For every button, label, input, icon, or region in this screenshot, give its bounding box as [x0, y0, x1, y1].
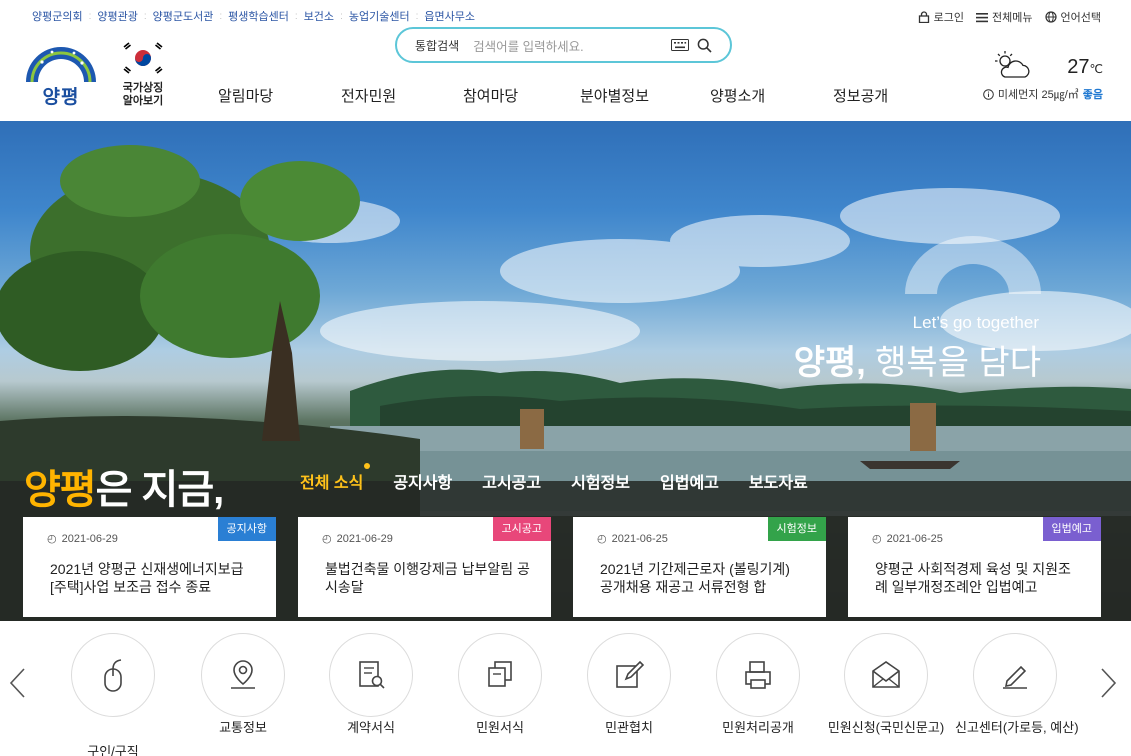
family-site-links: 양평군의회: 양평관광: 양평군도서관: 평생학습센터: 보건소: 농업기술센터… — [32, 8, 475, 24]
nav-participation[interactable]: 참여마당 — [463, 85, 518, 106]
news-tabs: 전체 소식 공지사항 고시공고 시험정보 입법예고 보도자료 — [300, 463, 808, 493]
tab-legislative-notice[interactable]: 입법예고 — [660, 469, 719, 493]
all-menu-link[interactable]: 전체메뉴 — [976, 9, 1033, 25]
quick-label: 교통정보 — [219, 720, 267, 735]
rainbow-emblem-icon — [26, 43, 96, 83]
main-navigation: 알림마당 전자민원 참여마당 분야별정보 양평소개 정보공개 — [0, 85, 1131, 107]
login-link[interactable]: 로그인 — [918, 9, 964, 25]
news-card[interactable]: ◴ 2021-06-25 입법예고 양평군 사회적경제 육성 및 지원조례 일부개… — [848, 517, 1101, 617]
active-dot — [364, 463, 371, 469]
fine-dust-info: 미세먼지 25㎍/㎥ 좋음 — [983, 86, 1103, 102]
tab-announcements[interactable]: 고시공고 — [482, 469, 541, 493]
hero-banner: Let’s go together 양평, 행복을 담다 양평은 지금, 전체 … — [0, 121, 1131, 621]
news-card[interactable]: ◴ 2021-06-25 시험정보 2021년 기간제근로자 (볼링기계) 공개채… — [573, 517, 826, 617]
news-title: 2021년 양평군 신재생에너지보급[주택]사업 보조금 접수 종료 — [50, 561, 244, 595]
quick-label: 계약서식 — [347, 720, 395, 735]
weather-widget: 27℃ — [991, 50, 1103, 80]
dust-label: 미세먼지 25㎍/㎥ — [997, 89, 1079, 101]
taegukgi-flag-icon — [118, 40, 168, 76]
hamburger-icon — [976, 12, 989, 22]
top-link-library[interactable]: 양평군도서관 — [153, 8, 214, 24]
hero-slogan: 양평, 행복을 담다 — [793, 344, 1041, 382]
quick-item-contract-forms[interactable]: 계약서식 — [311, 633, 431, 737]
partly-cloudy-icon — [995, 51, 1030, 78]
news-title: 양평군 사회적경제 육성 및 지원조례 일부개정조례안 입법예고 — [875, 561, 1071, 595]
pencil-icon — [1003, 665, 1027, 689]
edit-icon — [616, 660, 645, 688]
category-badge: 시험정보 — [767, 517, 826, 541]
nav-field-info[interactable]: 분야별정보 — [580, 85, 649, 106]
news-date: ◴ 2021-06-29 — [47, 532, 118, 546]
hero-slogan-english: Let’s go together — [912, 313, 1039, 332]
clock-icon: ◴ — [597, 533, 607, 545]
category-badge: 고시공고 — [492, 517, 551, 541]
news-section-title: 양평은 지금, — [24, 468, 224, 512]
login-label: 로그인 — [933, 12, 965, 24]
news-date: ◴ 2021-06-29 — [322, 532, 393, 546]
clock-icon: ◴ — [872, 533, 882, 545]
tab-all-news[interactable]: 전체 소식 — [300, 463, 371, 493]
all-menu-label: 전체메뉴 — [992, 12, 1033, 24]
news-date: ◴ 2021-06-25 — [872, 532, 943, 546]
news-title: 2021년 기간제근로자 (볼링기계) 공개채용 재공고 서류전형 합 — [600, 561, 790, 595]
quick-label: 민관협치 — [605, 720, 653, 735]
quick-item-civil-petition[interactable]: 민원신청(국민신문고) — [826, 633, 946, 737]
quick-item-civil-disclosure[interactable]: 민원처리공개 — [698, 633, 818, 737]
info-icon — [983, 88, 994, 100]
top-link-lifelong-learning[interactable]: 평생학습센터 — [228, 8, 289, 24]
map-pin-icon — [231, 660, 255, 689]
search-scope[interactable]: 통합검색 — [415, 37, 459, 54]
mouse-icon — [104, 659, 122, 692]
category-badge: 공지사항 — [217, 517, 276, 541]
dust-grade: 좋음 — [1082, 89, 1103, 101]
nav-info-disclosure[interactable]: 정보공개 — [833, 85, 888, 106]
top-link-district-offices[interactable]: 읍면사무소 — [424, 8, 475, 24]
clock-icon: ◴ — [322, 533, 332, 545]
top-link-council[interactable]: 양평군의회 — [32, 8, 83, 24]
quick-label: 민원처리공개 — [722, 720, 794, 735]
quick-item-report-center[interactable]: 신고센터(가로등, 예산) — [955, 633, 1079, 737]
quick-item-civil-forms[interactable]: 민원서식 — [440, 633, 560, 737]
quick-label: 민원서식 — [476, 720, 524, 735]
language-label: 언어선택 — [1060, 12, 1101, 24]
language-select[interactable]: 언어선택 — [1044, 9, 1101, 25]
util-menu: 로그인 전체메뉴 언어선택 — [918, 9, 1101, 25]
next-arrow-icon[interactable] — [1096, 663, 1120, 703]
quick-item-jobs[interactable]: 구인/구직 — [53, 633, 173, 756]
lock-icon — [918, 11, 929, 23]
prev-arrow-icon[interactable] — [6, 663, 30, 703]
top-link-agri-center[interactable]: 농업기술센터 — [349, 8, 410, 24]
search-icon[interactable] — [697, 38, 712, 53]
quick-label: 민원신청(국민신문고) — [827, 720, 945, 735]
top-link-health-center[interactable]: 보건소 — [304, 8, 334, 24]
globe-icon — [1044, 11, 1057, 23]
clock-icon: ◴ — [47, 533, 57, 545]
top-link-tourism[interactable]: 양평관광 — [97, 8, 137, 24]
quick-menu: 구인/구직 교통정보 계약서식 민원서식 민관협치 민원처리공개 민원신청(국민… — [0, 621, 1131, 756]
category-badge: 입법예고 — [1042, 517, 1101, 541]
nav-notice-board[interactable]: 알림마당 — [218, 85, 273, 106]
quick-label: 구인/구직 — [87, 741, 138, 756]
search-input[interactable]: 검색어를 입력하세요. — [473, 36, 663, 55]
tab-press-releases[interactable]: 보도자료 — [749, 469, 808, 493]
documents-stack-icon — [488, 661, 512, 687]
document-search-icon — [359, 661, 385, 689]
envelope-icon — [872, 661, 900, 688]
news-title: 불법건축물 이행강제금 납부알림 공시송달 — [325, 561, 530, 595]
temperature: 27℃ — [1067, 56, 1103, 78]
news-card[interactable]: ◴ 2021-06-29 고시공고 불법건축물 이행강제금 납부알림 공시송달 — [298, 517, 551, 617]
integrated-search: 통합검색 검색어를 입력하세요. — [395, 27, 732, 63]
tab-notices[interactable]: 공지사항 — [393, 469, 452, 493]
nav-e-civil-service[interactable]: 전자민원 — [341, 85, 396, 106]
quick-item-traffic[interactable]: 교통정보 — [183, 633, 303, 737]
nav-about-yangpyeong[interactable]: 양평소개 — [710, 85, 765, 106]
tab-exam-info[interactable]: 시험정보 — [571, 469, 630, 493]
news-date: ◴ 2021-06-25 — [597, 532, 668, 546]
news-card[interactable]: ◴ 2021-06-29 공지사항 2021년 양평군 신재생에너지보급[주택]사… — [23, 517, 276, 617]
quick-label: 신고센터(가로등, 예산) — [955, 720, 1079, 735]
keyboard-icon[interactable] — [671, 39, 690, 51]
quick-item-governance[interactable]: 민관협치 — [569, 633, 689, 737]
printer-icon — [745, 661, 771, 689]
